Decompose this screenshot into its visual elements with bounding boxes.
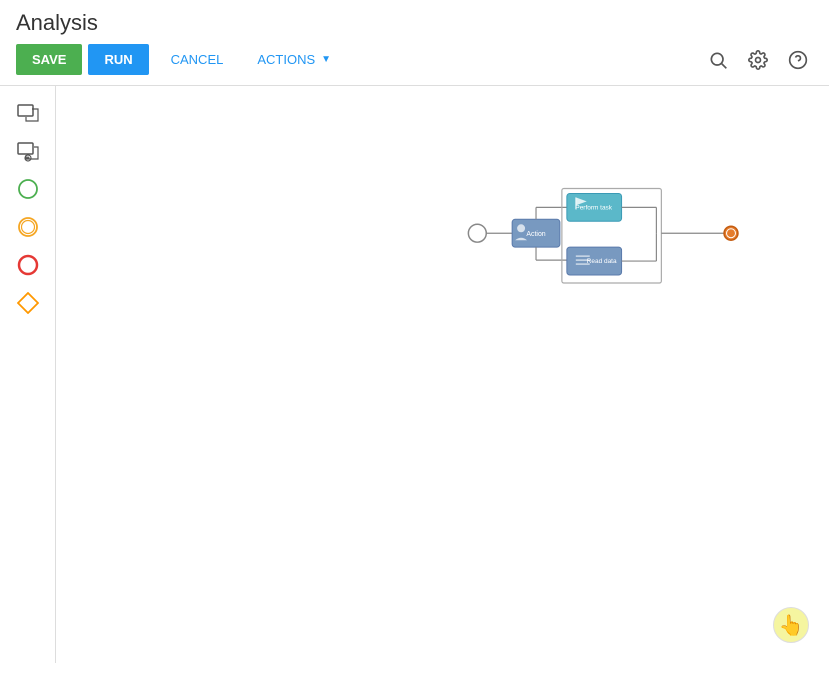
sidebar-item-gateway[interactable] (9, 288, 47, 318)
action-node-label: Action (526, 231, 545, 238)
subprocess-shape-icon (17, 140, 39, 162)
perform-task-label: Perform task (575, 204, 612, 211)
gear-icon (748, 50, 768, 70)
header: Analysis SAVE RUN CANCEL ACTIONS ▼ (0, 0, 829, 86)
cursor-indicator: 👆 (773, 607, 809, 643)
start-event-icon (17, 178, 39, 200)
canvas[interactable]: Action Perform task Read data (56, 86, 829, 663)
sidebar-item-subprocess[interactable] (9, 136, 47, 166)
sidebar-item-start-event[interactable] (9, 174, 47, 204)
dropdown-caret-icon: ▼ (321, 54, 331, 65)
sidebar-item-intermediate-event[interactable] (9, 212, 47, 242)
gateway-icon (17, 292, 39, 314)
sidebar-item-task[interactable] (9, 98, 47, 128)
end-node-inner (727, 229, 736, 238)
run-button[interactable]: RUN (88, 44, 148, 75)
cursor-icon: 👆 (779, 613, 804, 638)
task-shape-icon (17, 102, 39, 124)
settings-button[interactable] (743, 45, 773, 75)
main-area: Action Perform task Read data (0, 86, 829, 663)
app-title: Analysis (16, 10, 813, 36)
diagram-svg: Action Perform task Read data (56, 86, 829, 663)
actions-button[interactable]: ACTIONS ▼ (245, 44, 343, 75)
help-icon (788, 50, 808, 70)
action-node-icon (517, 224, 525, 232)
sidebar (0, 86, 56, 663)
end-event-icon (17, 254, 39, 276)
save-button[interactable]: SAVE (16, 44, 82, 75)
search-button[interactable] (703, 45, 733, 75)
toolbar-right (703, 45, 813, 75)
intermediate-event-icon (17, 216, 39, 238)
search-icon (708, 50, 728, 70)
cancel-button[interactable]: CANCEL (155, 44, 240, 75)
toolbar: SAVE RUN CANCEL ACTIONS ▼ (16, 44, 813, 85)
read-data-label: Read data (587, 258, 617, 265)
start-node (468, 224, 486, 242)
sidebar-item-end-event[interactable] (9, 250, 47, 280)
help-button[interactable] (783, 45, 813, 75)
